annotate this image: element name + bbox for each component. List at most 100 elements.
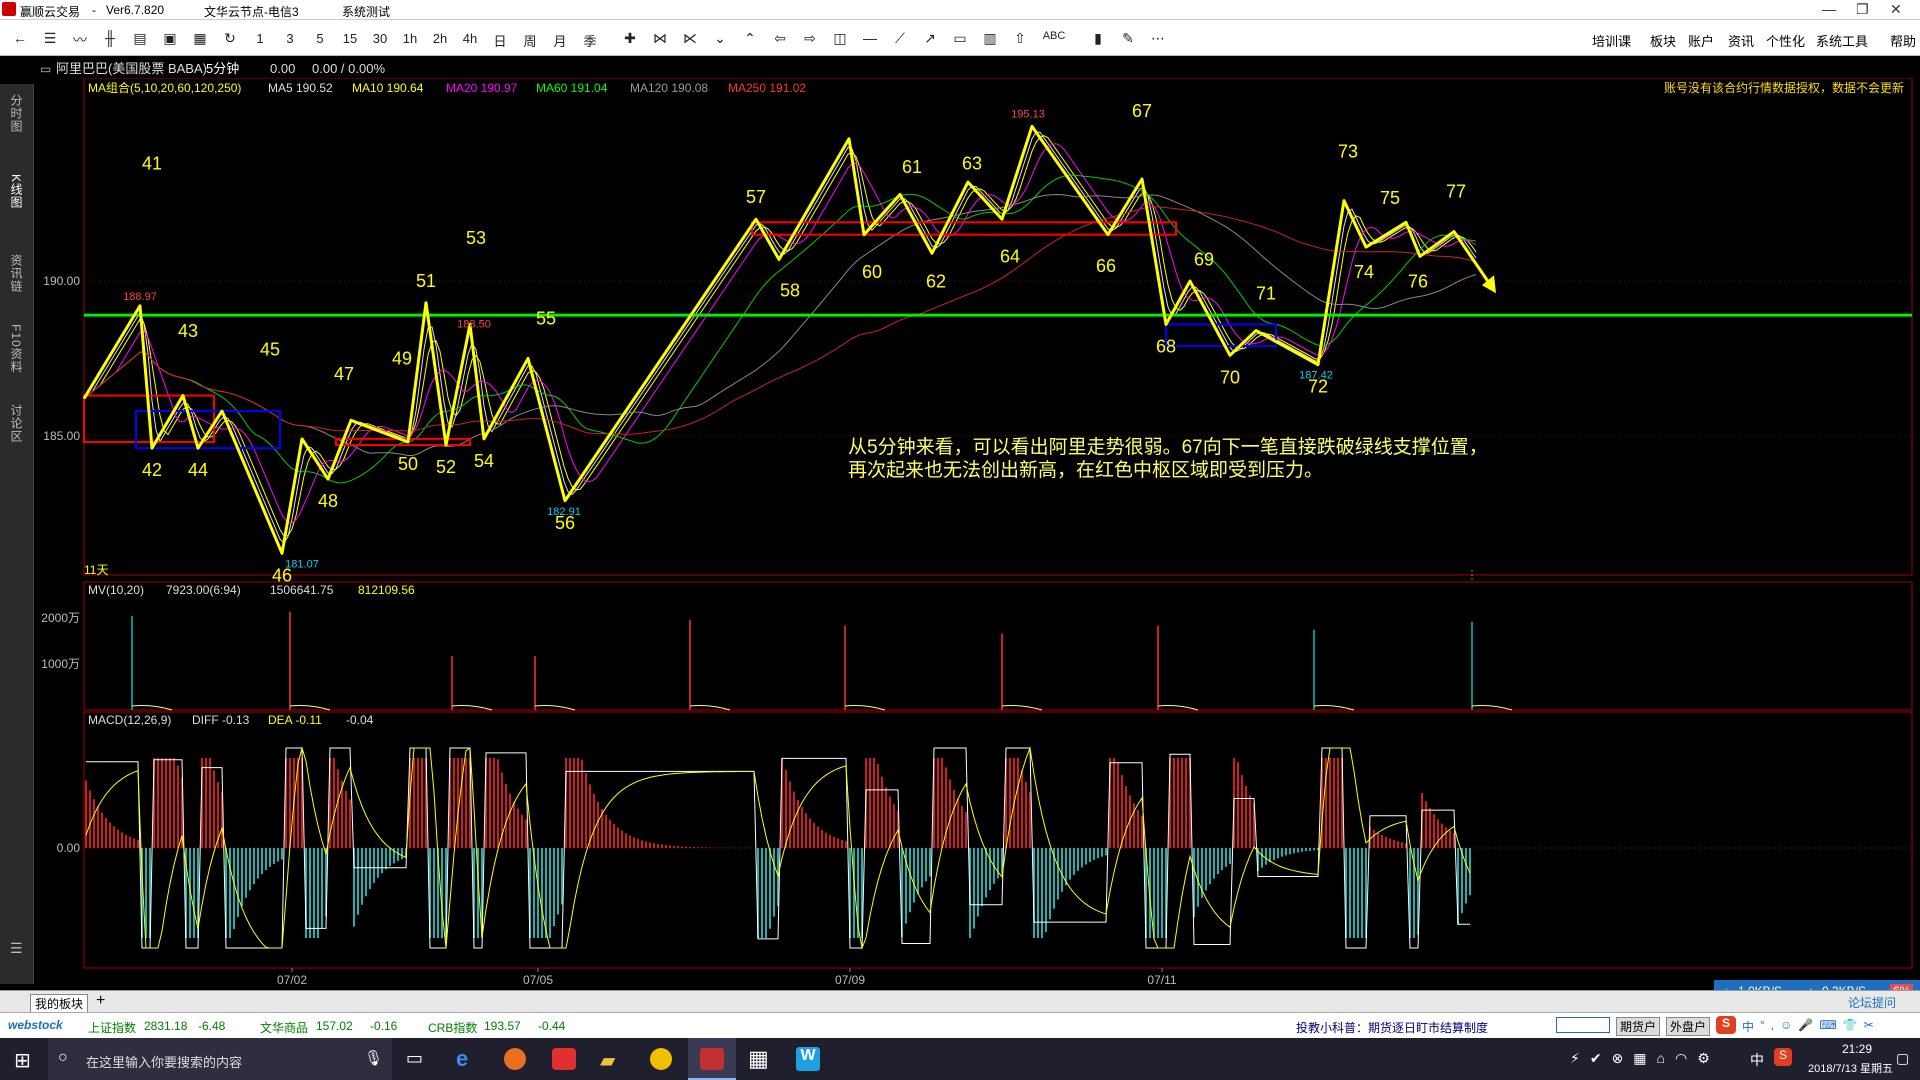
price-tick-0: 190.00 — [43, 274, 80, 288]
windows-start-icon[interactable]: ⊞ — [14, 1048, 31, 1073]
period-7[interactable]: 4h — [458, 31, 482, 46]
menu-0[interactable]: 培训课 — [1592, 31, 1631, 50]
code-input[interactable] — [1556, 1017, 1610, 1033]
side-tab-1[interactable]: K线图 — [8, 174, 25, 209]
zoom-out-icon[interactable]: ⋈ — [648, 30, 672, 47]
tray-icons[interactable]: ⚡✔⊗▦⌂◠⚙ — [1570, 1050, 1720, 1067]
period-4[interactable]: 30 — [368, 31, 392, 46]
period-11[interactable]: 季 — [578, 31, 602, 50]
search-placeholder: 在这里输入你要搜索的内容 — [86, 1055, 243, 1070]
menu-3[interactable]: 资讯 — [1728, 31, 1754, 50]
menu-5[interactable]: 系统工具 — [1816, 31, 1868, 50]
foreign-account-button[interactable]: 外盘户 — [1666, 1017, 1711, 1036]
index-change-1: -0.16 — [370, 1019, 398, 1033]
add-tab-button[interactable]: + — [96, 992, 105, 1010]
more-icon[interactable]: ⋯ — [1146, 30, 1170, 47]
zoom-in-icon[interactable]: ⋉ — [678, 30, 702, 47]
period-5[interactable]: 1h — [398, 31, 422, 46]
file-explorer-icon[interactable]: ▰ — [600, 1048, 615, 1073]
wenhua-app-active[interactable] — [688, 1038, 736, 1080]
kline-chart: 190.00 185.00 41 42 43 44 45 46 47 48 49 50 51 52 53 5… — [36, 58, 1920, 987]
volume-ma-5 — [844, 705, 886, 711]
days-label: 11天 — [84, 563, 108, 577]
prev-icon[interactable]: ⇦ — [768, 30, 792, 47]
tray-sogou-icon[interactable]: S — [1774, 1048, 1792, 1066]
app-icon-orange[interactable] — [504, 1048, 526, 1070]
taskbar-search[interactable]: ○ 在这里输入你要搜索的内容 🎙 — [48, 1038, 392, 1080]
rect-icon[interactable]: ▭ — [948, 30, 972, 47]
x-tick-label-0: 07/02 — [277, 973, 307, 987]
macd-dea: DEA -0.11 — [268, 713, 322, 727]
forum-link[interactable]: 论坛提问 — [1848, 994, 1896, 1011]
menu-2[interactable]: 账户 — [1688, 31, 1714, 50]
back-icon[interactable]: ← — [8, 30, 32, 46]
app-icon-yellow[interactable] — [650, 1048, 672, 1070]
period-10[interactable]: 月 — [548, 31, 572, 50]
close-button[interactable]: ✕ — [1890, 1, 1902, 18]
ime-tools-icon[interactable]: °,☺🎤⌨👕✂ — [1760, 1018, 1880, 1032]
kline-icon[interactable]: ╫ — [98, 30, 122, 46]
ma-legend-label: MA组合(5,10,20,60,120,250) — [88, 80, 241, 95]
sogou-icon[interactable]: S — [1716, 1016, 1736, 1034]
period-0[interactable]: 1 — [248, 31, 272, 46]
notification-icon[interactable]: ▢ — [1896, 1050, 1909, 1067]
layout-icon[interactable]: ◫ — [828, 30, 852, 47]
macd-panel-frame — [83, 711, 1913, 969]
zigzag-label-48: 48 — [318, 491, 338, 511]
ime-lang[interactable]: 中 — [1742, 1018, 1754, 1035]
abc-icon[interactable]: ABC — [1036, 30, 1072, 42]
trendline-icon[interactable]: ⟋ — [888, 30, 912, 47]
app-icon-red[interactable] — [552, 1048, 576, 1070]
list-icon[interactable]: ☰ — [38, 30, 62, 47]
grid-icon[interactable]: ▦ — [188, 30, 212, 47]
minimize-button[interactable]: — — [1822, 1, 1836, 17]
side-menu-icon[interactable]: ☰ — [10, 940, 23, 957]
side-tab-4[interactable]: 讨论区 — [8, 404, 25, 443]
next-icon[interactable]: ⇨ — [798, 30, 822, 47]
app-icon-blue[interactable]: W — [796, 1047, 820, 1071]
period-3[interactable]: 15 — [338, 31, 362, 46]
side-tab-0[interactable]: 分时图 — [8, 94, 25, 133]
bar-icon[interactable]: ▤ — [128, 30, 152, 47]
zigzag-label-41: 41 — [142, 154, 162, 174]
line-chart-icon[interactable]: 〰 — [68, 30, 92, 50]
up-icon[interactable]: ⌃ — [738, 30, 762, 47]
annotation-line-1: 从5分钟来看，可以看出阿里走势很弱。67向下一笔直接跌破绿线支撑位置， — [848, 436, 1488, 458]
index-change-2: -0.44 — [538, 1019, 566, 1033]
arrow-up-icon[interactable]: ⇧ — [1008, 30, 1032, 47]
clock-time: 21:29 — [1842, 1042, 1873, 1056]
period-1[interactable]: 3 — [278, 31, 302, 46]
news-ticker[interactable]: 投教小科普：期货逐日盯市结算制度 — [1296, 1019, 1488, 1036]
menu-6[interactable]: 帮助 — [1890, 31, 1916, 50]
period-8[interactable]: 日 — [488, 31, 512, 50]
zigzag-label-62: 62 — [926, 271, 946, 291]
text-box-icon[interactable]: ▥ — [978, 30, 1002, 47]
hline-icon[interactable]: — — [858, 30, 882, 46]
maximize-button[interactable]: ❐ — [1856, 1, 1869, 18]
volume-value-1: 7923.00(6:94) — [166, 583, 241, 597]
tray-ime[interactable]: 中 — [1750, 1050, 1764, 1070]
edge-icon[interactable]: e — [456, 1046, 468, 1072]
menu-1[interactable]: 板块 — [1650, 31, 1676, 50]
tab-my-sectors[interactable]: 我的板块 — [30, 994, 89, 1013]
refresh-icon[interactable]: ↻ — [218, 30, 242, 47]
ruler-icon[interactable]: ▮ — [1086, 30, 1110, 47]
window-icon[interactable]: ▣ — [158, 30, 182, 47]
ray-icon[interactable]: ↗ — [918, 30, 942, 47]
down-icon[interactable]: ⌄ — [708, 30, 732, 47]
calculator-icon[interactable]: ▦ — [748, 1046, 769, 1072]
zigzag-label-69: 69 — [1194, 250, 1214, 270]
system-test-menu[interactable]: 系统测试 — [342, 3, 390, 20]
x-tick-label-3: 07/11 — [1147, 973, 1176, 987]
pen-icon[interactable]: ✎ — [1116, 30, 1140, 47]
menu-4[interactable]: 个性化 — [1766, 31, 1805, 50]
side-tab-2[interactable]: 资讯链 — [8, 254, 25, 293]
side-tab-3[interactable]: F10资料 — [8, 324, 25, 374]
volume-value-3: 812109.56 — [358, 583, 415, 597]
task-view-icon[interactable]: ▭ — [406, 1048, 423, 1069]
period-6[interactable]: 2h — [428, 31, 452, 46]
period-2[interactable]: 5 — [308, 31, 332, 46]
futures-account-button[interactable]: 期货户 — [1616, 1017, 1661, 1036]
cross-icon[interactable]: ✚ — [618, 30, 642, 47]
period-9[interactable]: 周 — [518, 31, 542, 50]
